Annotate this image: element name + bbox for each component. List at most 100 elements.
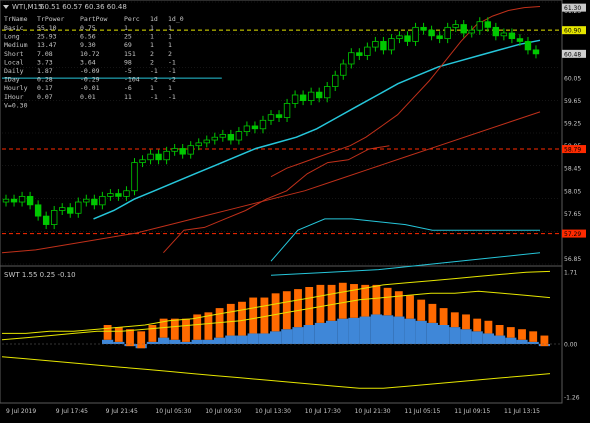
indicator-tick-label: -1.26: [564, 395, 580, 402]
candle: [340, 63, 347, 76]
candle: [203, 139, 210, 144]
histogram-bar: [113, 341, 125, 344]
time-tick-label: 9 Jul 2019: [6, 408, 36, 415]
candle: [420, 26, 427, 31]
candle: [291, 94, 299, 104]
candle: [396, 35, 403, 40]
price-tick-label: 57.65: [564, 211, 581, 218]
candle: [348, 52, 355, 65]
price-tick-label: 59.25: [564, 121, 581, 128]
candle: [211, 136, 219, 141]
candle: [91, 198, 98, 206]
info-table-header: Perc: [124, 15, 140, 23]
histogram-bar: [337, 318, 349, 344]
candle: [195, 142, 202, 147]
histogram-bar: [236, 335, 248, 344]
histogram-bar: [359, 316, 371, 344]
time-tick-label: 11 Jul 09:15: [454, 408, 490, 415]
time-axis: 9 Jul 2019 9 Jul 17:45 9 Jul 21:45 10 Jul 0…: [6, 408, 540, 415]
histogram-bar: [158, 337, 170, 344]
candle: [26, 195, 34, 206]
histogram-bar: [473, 318, 482, 332]
candle: [532, 49, 540, 55]
info-table-cell: -6: [124, 84, 132, 92]
price-tick-label: 58.45: [564, 166, 581, 173]
histogram-bar: [126, 329, 134, 347]
time-tick-label: 9 Jul 21:45: [106, 408, 138, 415]
info-table-cell: -1: [168, 93, 176, 101]
histogram-bar: [426, 322, 438, 344]
histogram-bar: [417, 299, 426, 321]
candle: [2, 198, 10, 203]
histogram-bar: [270, 331, 282, 344]
info-table-cell: 2: [168, 50, 172, 58]
time-tick-label: 10 Jul 17:30: [305, 408, 341, 415]
candle: [364, 46, 371, 56]
main-price-axis: 61.3061.2560.9060.4860.0559.6559.2558.85…: [562, 3, 586, 263]
histogram-bar: [249, 297, 258, 334]
info-table-header: 1d_0: [168, 15, 184, 23]
histogram-bar: [238, 301, 246, 336]
candle: [275, 114, 283, 118]
info-table-cell: 1: [124, 24, 128, 32]
histogram-bar: [338, 282, 347, 319]
info-table-cell: -5: [124, 67, 132, 75]
indicator-axis: 1.71 0.00 -1.26: [564, 269, 580, 401]
title-bar: WTI,M15 60.51 60.57 60.36 60.48: [3, 3, 127, 11]
time-tick-label: 10 Jul 05:30: [155, 408, 191, 415]
info-table-header: TrPower: [37, 15, 64, 23]
candle: [372, 41, 379, 48]
indicator-title: SWT 1.55 0.25 -0.10: [4, 271, 76, 279]
candle: [380, 41, 387, 51]
chart-ohlc: 60.51 60.57 60.36 60.48: [40, 3, 127, 11]
histogram-bar: [260, 297, 269, 334]
candle: [516, 38, 524, 42]
candle: [59, 207, 66, 211]
info-table-cell: 25: [124, 33, 132, 41]
info-table-cell: 11: [124, 93, 132, 101]
info-table-cell: 3.73: [37, 58, 53, 66]
candle: [388, 38, 395, 51]
price-tick-label: 56.85: [564, 256, 581, 263]
candle: [187, 145, 194, 155]
info-table-cell: Daily: [4, 67, 24, 75]
histogram-bar: [214, 337, 226, 344]
time-tick-label: 10 Jul 09:30: [205, 408, 241, 415]
candle: [412, 26, 419, 42]
histogram-bar: [527, 341, 539, 344]
candle: [179, 148, 186, 155]
histogram-bar: [148, 325, 157, 342]
histogram-bar: [191, 339, 203, 344]
indicator-tick-label: 1.71: [564, 269, 578, 276]
histogram-bar: [516, 339, 528, 344]
candle: [299, 94, 307, 102]
info-table-cell: -0.09: [80, 67, 100, 75]
info-table-cell: Basic: [4, 24, 24, 32]
info-table-cell: 9.30: [80, 41, 96, 49]
candle: [99, 195, 106, 206]
time-tick-label: 10 Jul 21:30: [355, 408, 391, 415]
info-table-cell: IDay: [4, 76, 20, 84]
histogram-bar: [114, 327, 123, 342]
histogram-bar: [372, 284, 381, 315]
candle: [307, 91, 315, 102]
info-table-header: 1d: [150, 15, 158, 23]
histogram-bar: [327, 284, 336, 321]
histogram-bar: [495, 325, 504, 336]
histogram-bar: [226, 303, 235, 336]
histogram-bar: [281, 329, 293, 344]
candle: [83, 198, 90, 203]
info-table-cell: 1: [150, 41, 154, 49]
indicator-tick-label: 0.00: [564, 342, 578, 349]
info-table-cell: 0.07: [37, 93, 53, 101]
info-table-header: TrName: [4, 15, 28, 23]
histogram-bar: [258, 333, 270, 344]
candle: [500, 32, 508, 37]
histogram-bar: [393, 316, 405, 344]
histogram-bar: [529, 331, 538, 342]
info-table-cell: 0.01: [80, 93, 96, 101]
info-table-cell: 98: [124, 58, 132, 66]
candle: [227, 134, 235, 141]
info-table-cell: -104: [124, 76, 140, 84]
histogram-bar: [348, 317, 360, 344]
